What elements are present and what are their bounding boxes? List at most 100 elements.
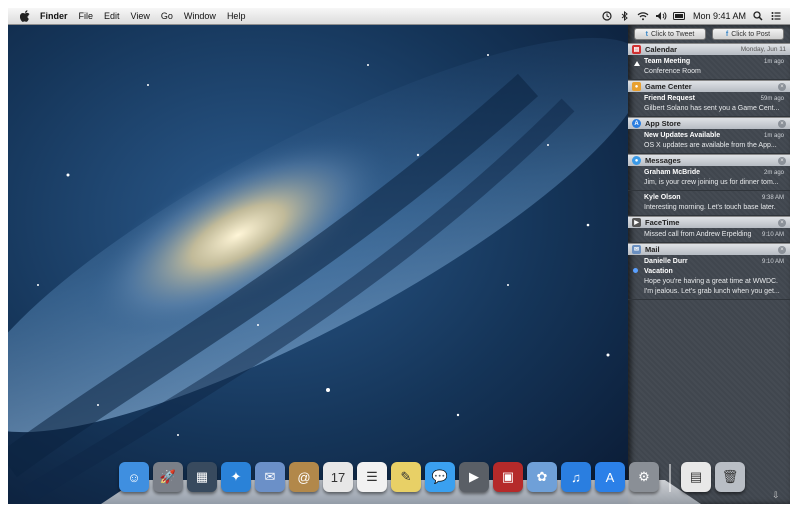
notification-center: t Click to Tweet f Click to Post ▤ Calen…	[628, 25, 790, 504]
section-title: Messages	[645, 156, 681, 165]
section-title: Calendar	[645, 45, 678, 54]
nc-section-app-store[interactable]: A App Store ×	[628, 117, 790, 129]
time-machine-icon[interactable]	[601, 10, 613, 22]
facebook-post-button[interactable]: f Click to Post	[712, 28, 784, 40]
itunes-icon[interactable]: ♫	[561, 462, 591, 492]
messages-dock-icon[interactable]: 💬	[425, 462, 455, 492]
notification-item[interactable]: Friend Request 59m ago Gilbert Solano has…	[628, 92, 790, 117]
notification-item[interactable]: Team Meeting 1m ago Conference Room	[628, 55, 790, 80]
system-preferences-icon[interactable]: ⚙	[629, 462, 659, 492]
nc-section-mail[interactable]: ✉ Mail ×	[628, 243, 790, 255]
calendar-dock-icon[interactable]: 17	[323, 462, 353, 492]
notification-item[interactable]: Missed call from Andrew Erpelding 9:10 AM	[628, 228, 790, 243]
tweet-button[interactable]: t Click to Tweet	[634, 28, 706, 40]
twitter-icon: t	[645, 30, 648, 38]
mail-dock-icon[interactable]: ✉	[255, 462, 285, 492]
dock: ☺ 🚀 ▦ ✦ ✉ @17 ☰ ✎ 💬 ▶ ▣ ✿ ♫ A ⚙ ▤ 🗑	[101, 456, 745, 504]
post-label: Click to Post	[731, 30, 771, 38]
menu-go[interactable]: Go	[161, 11, 173, 21]
notes-icon[interactable]: ✎	[391, 462, 421, 492]
dock-icons: ☺ 🚀 ▦ ✦ ✉ @17 ☰ ✎ 💬 ▶ ▣ ✿ ♫ A ⚙ ▤ 🗑	[119, 462, 749, 492]
menu-window[interactable]: Window	[184, 11, 216, 21]
section-title: Mail	[645, 245, 660, 254]
notification-time: 9:10 AM	[761, 259, 784, 265]
bluetooth-icon[interactable]	[619, 10, 631, 22]
notification-title: Friend Request	[644, 95, 695, 102]
dock-separator	[669, 464, 671, 492]
notification-body: Gilbert Solano has sent you a Game Cent.…	[644, 105, 780, 112]
iphoto-icon[interactable]: ✿	[527, 462, 557, 492]
app-store-dock-icon[interactable]: A	[595, 462, 625, 492]
notification-item[interactable]: Danielle Durr 9:10 AM Vacation Hope you'r…	[628, 255, 790, 300]
notification-body: Hope you're having a great time at WWDC.	[644, 278, 779, 285]
close-icon[interactable]: ×	[778, 245, 786, 254]
menu-app-name[interactable]: Finder	[40, 11, 68, 21]
contacts-icon[interactable]: @	[289, 462, 319, 492]
menu-clock[interactable]: Mon 9:41 AM	[693, 11, 746, 21]
section-title: FaceTime	[645, 218, 680, 227]
close-icon[interactable]: ×	[778, 218, 786, 227]
battery-icon[interactable]	[672, 10, 685, 22]
close-icon[interactable]: ×	[778, 119, 786, 128]
notification-title: Team Meeting	[644, 58, 691, 65]
game-center-icon: ●	[632, 82, 641, 91]
notification-title: New Updates Available	[644, 132, 721, 139]
section-title: Game Center	[645, 82, 692, 91]
status-area: Mon 9:41 AM	[595, 10, 782, 22]
nc-section-game-center[interactable]: ● Game Center ×	[628, 80, 790, 92]
volume-icon[interactable]	[655, 10, 667, 22]
galaxy-wallpaper	[8, 37, 628, 503]
wifi-icon[interactable]	[637, 10, 649, 22]
upcoming-event-icon	[634, 61, 640, 66]
section-date: Monday, Jun 11	[740, 46, 786, 53]
notification-body: Jim, is your crew joining us for dinner …	[644, 179, 779, 186]
mail-icon: ✉	[632, 245, 641, 254]
notification-list-icon[interactable]	[770, 10, 782, 22]
app-store-icon: A	[632, 119, 641, 128]
unread-dot-icon	[633, 268, 638, 273]
notification-body: OS X updates are available from the App.…	[644, 142, 777, 149]
calendar-icon: ▤	[632, 45, 641, 54]
menu-file[interactable]: File	[79, 11, 94, 21]
notification-time: 1m ago	[763, 133, 784, 139]
facetime-icon: ▶	[632, 218, 641, 227]
menu-help[interactable]: Help	[227, 11, 246, 21]
facetime-dock-icon[interactable]: ▶	[459, 462, 489, 492]
notification-item[interactable]: Kyle Olson 9:38 AM Interesting morning. L…	[628, 191, 790, 216]
documents-stack-icon[interactable]: ▤	[681, 462, 711, 492]
nc-section-calendar[interactable]: ▤ Calendar Monday, Jun 11	[628, 43, 790, 55]
notification-time: 9:10 AM	[761, 232, 784, 238]
trash-icon[interactable]: 🗑	[715, 462, 745, 492]
close-icon[interactable]: ×	[778, 156, 786, 165]
nc-section-messages[interactable]: ● Messages ×	[628, 154, 790, 166]
reminders-icon[interactable]: ☰	[357, 462, 387, 492]
nc-section-facetime[interactable]: ▶ FaceTime ×	[628, 216, 790, 228]
notification-body-line2: I'm jealous. Let's grab lunch when you g…	[644, 288, 780, 295]
menu-view[interactable]: View	[131, 11, 150, 21]
menu-bar: Finder File Edit View Go Window Help Mon…	[8, 8, 790, 25]
notification-title: Graham McBride	[644, 169, 701, 176]
notification-time: 2m ago	[763, 170, 784, 176]
notification-item[interactable]: Graham McBride 2m ago Jim, is your crew j…	[628, 166, 790, 191]
notification-item[interactable]: New Updates Available 1m ago OS X updates…	[628, 129, 790, 154]
photo-booth-icon[interactable]: ▣	[493, 462, 523, 492]
notification-time: 1m ago	[763, 59, 784, 65]
mission-control-icon[interactable]: ▦	[187, 462, 217, 492]
close-icon[interactable]: ×	[778, 82, 786, 91]
spotlight-icon[interactable]	[752, 10, 764, 22]
finder-icon[interactable]: ☺	[119, 462, 149, 492]
share-row: t Click to Tweet f Click to Post	[628, 25, 790, 43]
notification-title: Kyle Olson	[644, 194, 681, 201]
safari-icon[interactable]: ✦	[221, 462, 251, 492]
messages-icon: ●	[632, 156, 641, 165]
notification-center-toggle-icon[interactable]: ⇩	[772, 490, 784, 500]
notification-title: Danielle Durr	[644, 258, 688, 265]
notification-time: 9:38 AM	[761, 195, 784, 201]
apple-menu-icon[interactable]	[18, 9, 32, 23]
tweet-label: Click to Tweet	[650, 30, 695, 38]
desktop-screen: Finder File Edit View Go Window Help Mon…	[8, 8, 790, 504]
launchpad-icon[interactable]: 🚀	[153, 462, 183, 492]
menu-edit[interactable]: Edit	[104, 11, 120, 21]
notification-subtitle: Vacation	[644, 268, 673, 275]
notification-time: 59m ago	[760, 96, 784, 102]
